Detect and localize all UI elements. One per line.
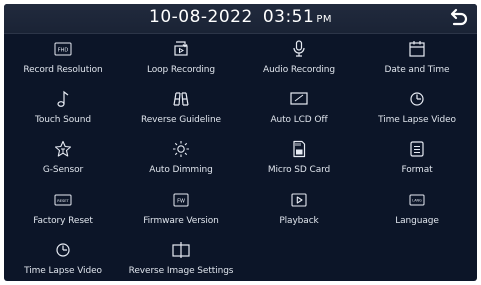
menu-label: Micro SD Card xyxy=(267,165,331,175)
g-sensor-icon xyxy=(54,140,72,157)
menu-item-factory-reset[interactable]: RESET Factory Reset xyxy=(4,191,122,231)
ampm-text: PM xyxy=(316,14,332,25)
menu-item-record-resolution[interactable]: FHD Record Resolution xyxy=(4,40,122,80)
menu-label: Firmware Version xyxy=(143,216,219,226)
menu-item-reverse-guideline[interactable]: Reverse Guideline xyxy=(122,90,240,130)
menu-label: Reverse Image Settings xyxy=(128,266,234,276)
menu-label: Audio Recording xyxy=(263,65,335,75)
menu-item-micro-sd-card[interactable]: Micro SD Card xyxy=(240,140,358,180)
sd-card-icon xyxy=(293,140,306,158)
menu-label: Language xyxy=(395,216,439,226)
reverse-guideline-icon xyxy=(173,92,189,106)
menu-label: Reverse Guideline xyxy=(140,115,221,125)
language-icon: LANG xyxy=(409,194,425,206)
reset-icon: RESET xyxy=(54,194,72,206)
firmware-icon: FW xyxy=(173,193,189,207)
menu-item-firmware-version[interactable]: FW Firmware Version xyxy=(122,191,240,231)
music-note-icon xyxy=(57,90,69,107)
menu-label: Factory Reset xyxy=(33,216,93,226)
menu-label: Date and Time xyxy=(384,65,450,75)
menu-label: Record Resolution xyxy=(23,65,103,75)
menu-label: Auto LCD Off xyxy=(270,115,328,125)
menu-label: Auto Dimming xyxy=(149,165,213,175)
menu-item-date-and-time[interactable]: Date and Time xyxy=(358,40,476,80)
calendar-icon xyxy=(409,41,425,57)
settings-screen: 10-08-2022 03:51 PM FHD Record Resolution … xyxy=(4,4,477,281)
back-arrow-icon[interactable] xyxy=(447,7,469,29)
menu-item-g-sensor[interactable]: G-Sensor xyxy=(4,140,122,180)
svg-text:FHD: FHD xyxy=(58,48,69,54)
menu-item-format[interactable]: Format xyxy=(358,140,476,180)
menu-label: Playback xyxy=(279,216,319,226)
svg-text:RESET: RESET xyxy=(57,199,69,203)
loop-recording-icon xyxy=(174,41,188,56)
clock-icon xyxy=(56,243,70,257)
sun-icon xyxy=(173,141,189,157)
lcd-off-icon xyxy=(290,92,308,105)
reverse-image-icon xyxy=(172,242,190,258)
clock-icon xyxy=(410,92,424,106)
menu-item-audio-recording[interactable]: Audio Recording xyxy=(240,40,358,80)
menu-item-reverse-image-settings[interactable]: Reverse Image Settings xyxy=(122,241,240,281)
time-text: 03:51 xyxy=(262,7,315,27)
header-bar: 10-08-2022 03:51 PM xyxy=(4,4,477,34)
menu-item-auto-lcd-off[interactable]: Auto LCD Off xyxy=(240,90,358,130)
menu-label: Touch Sound xyxy=(35,115,91,125)
date-text: 10-08-2022 xyxy=(149,7,253,27)
menu-label: Time Lapse Video xyxy=(24,266,102,276)
menu-label: Time Lapse Video xyxy=(378,115,456,125)
menu-label: Loop Recording xyxy=(146,65,216,75)
menu-item-playback[interactable]: Playback xyxy=(240,191,358,231)
menu-item-time-lapse-video-2[interactable]: Time Lapse Video xyxy=(4,241,122,281)
menu-item-language[interactable]: LANG Language xyxy=(358,191,476,231)
menu-item-time-lapse-video[interactable]: Time Lapse Video xyxy=(358,90,476,130)
microphone-icon xyxy=(293,40,305,57)
format-icon xyxy=(410,141,424,157)
menu-item-loop-recording[interactable]: Loop Recording xyxy=(122,40,240,80)
svg-text:LANG: LANG xyxy=(412,199,422,203)
fhd-icon: FHD xyxy=(54,42,72,56)
menu-label: G-Sensor xyxy=(42,165,84,175)
play-icon xyxy=(291,193,307,207)
menu-item-auto-dimming[interactable]: Auto Dimming xyxy=(122,140,240,180)
svg-text:FW: FW xyxy=(177,198,185,204)
menu-label: Format xyxy=(401,165,433,175)
date-time-display: 10-08-2022 03:51 PM xyxy=(4,7,477,27)
menu-item-touch-sound[interactable]: Touch Sound xyxy=(4,90,122,130)
